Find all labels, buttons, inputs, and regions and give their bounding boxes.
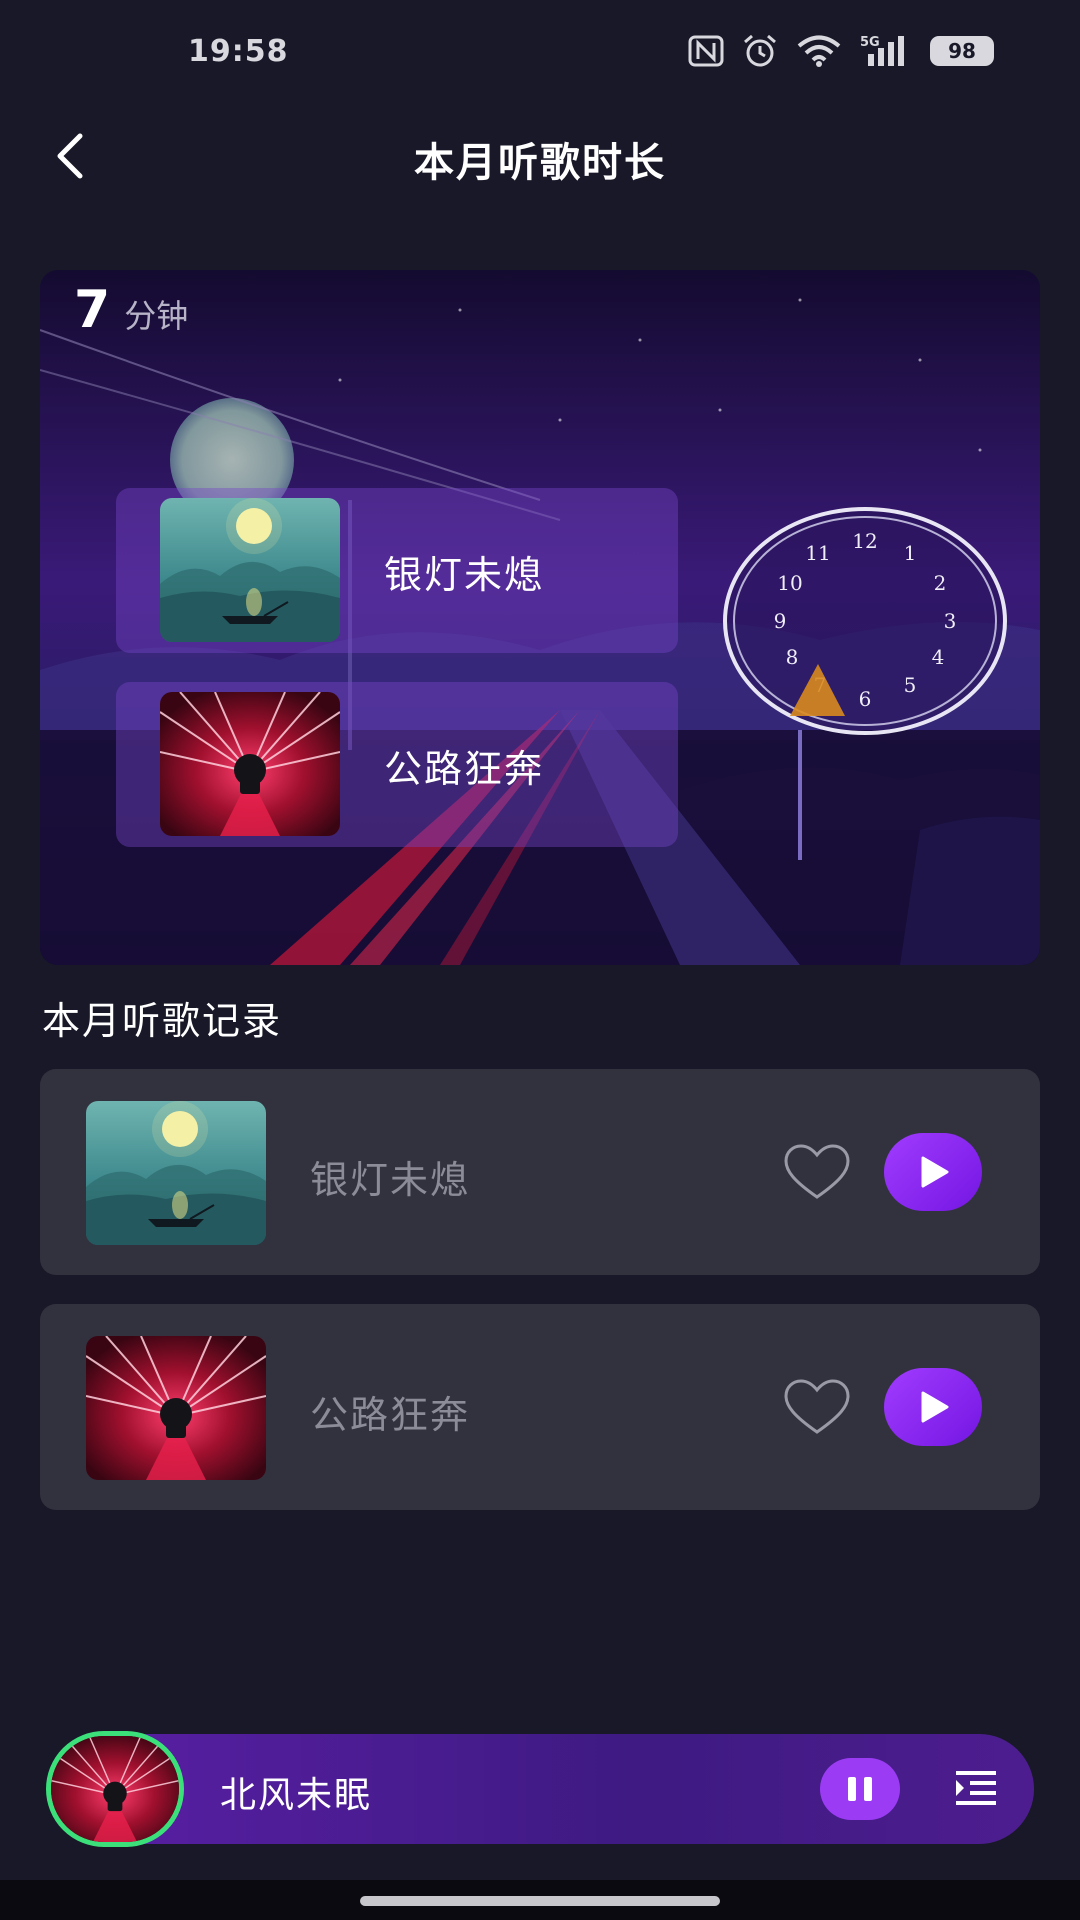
header: 本月听歌时长 [0,118,1080,190]
list-item[interactable]: 银灯未熄 [40,1069,1040,1275]
section-title: 本月听歌记录 [42,999,283,1043]
clock-icon: 12 1 2 3 4 5 6 7 8 9 10 11 [723,507,1007,735]
svg-text:5G: 5G [860,35,880,50]
playlist-button[interactable] [954,1768,998,1808]
song-name: 公路狂奔 [310,1393,471,1437]
top-song-item[interactable]: 公路狂奔 [116,682,678,847]
clock-number: 8 [786,645,799,669]
pause-button[interactable] [820,1758,900,1820]
nfc-icon [688,35,724,67]
favorite-button[interactable] [782,1378,852,1438]
duration-value: 7 [74,280,111,340]
play-icon [921,1156,949,1188]
now-playing-title: 北风未眠 [220,1775,373,1816]
wifi-icon [796,35,842,67]
battery-icon: 98 [930,36,994,66]
heart-icon [784,1379,850,1434]
clock-number: 12 [852,529,877,553]
song-cover [160,498,340,642]
listening-summary-card: 7 分钟 银灯未熄 公路狂奔 12 1 2 3 4 5 6 7 8 9 10 1… [40,270,1040,965]
favorite-button[interactable] [782,1143,852,1203]
clock-number: 2 [934,571,947,595]
heart-icon [784,1144,850,1199]
now-playing-cover[interactable] [46,1731,184,1847]
clock-number: 11 [805,541,830,565]
top-song-item[interactable]: 银灯未熄 [116,488,678,653]
mini-player[interactable]: 北风未眠 [46,1731,1034,1847]
play-icon [921,1391,949,1423]
song-cover [86,1336,266,1480]
play-button[interactable] [884,1368,982,1446]
status-time: 19:58 [188,34,289,69]
clock-number: 1 [904,541,917,565]
list-item[interactable]: 公路狂奔 [40,1304,1040,1510]
status-icons: 5G 98 [688,34,994,68]
clock-number: 3 [944,609,957,633]
signal-5g-icon: 5G [860,34,912,68]
alarm-icon [742,34,778,68]
clock-number: 10 [777,571,802,595]
listening-duration: 7 分钟 [74,280,188,340]
pause-icon [848,1777,856,1801]
play-button[interactable] [884,1133,982,1211]
song-cover [160,692,340,836]
clock-number: 5 [904,673,917,697]
clock-number: 9 [774,609,787,633]
system-nav-bar [0,1880,1080,1920]
playlist-icon [956,1771,996,1805]
song-cover [86,1101,266,1245]
duration-unit: 分钟 [124,297,189,335]
song-name: 银灯未熄 [310,1158,471,1202]
home-indicator[interactable] [360,1896,720,1906]
clock-number: 4 [932,645,945,669]
song-name: 公路狂奔 [384,747,545,791]
song-name: 银灯未熄 [384,553,545,597]
page-title: 本月听歌时长 [414,140,666,186]
status-bar: 19:58 5G 98 [0,0,1080,110]
clock-number: 6 [859,687,872,711]
